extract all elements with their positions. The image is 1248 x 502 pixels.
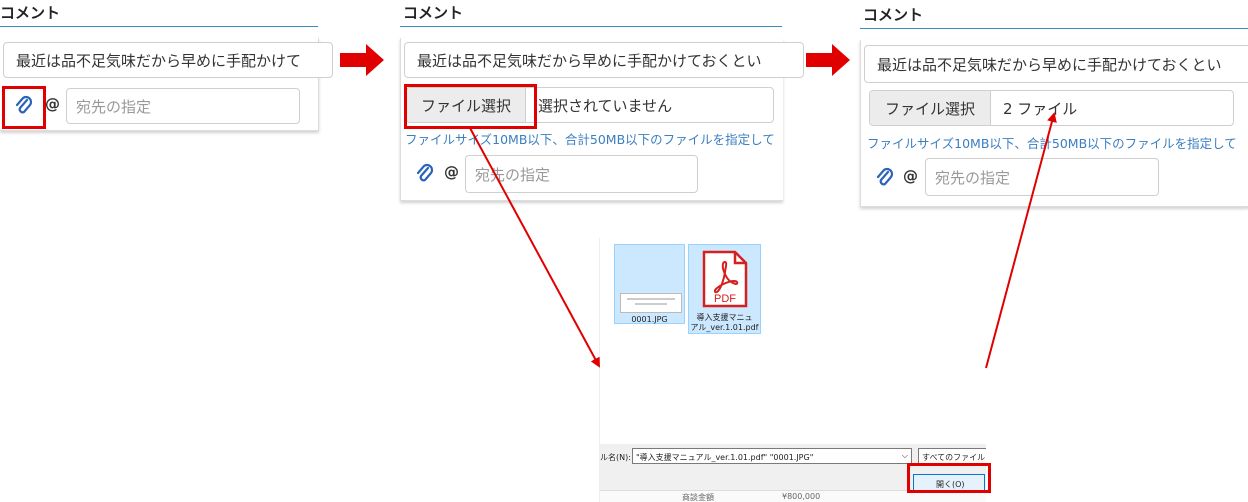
flow-arrows (469, 112, 1057, 369)
arrow-to-dialog (469, 127, 600, 368)
arrow-to-file-count (985, 112, 1057, 369)
